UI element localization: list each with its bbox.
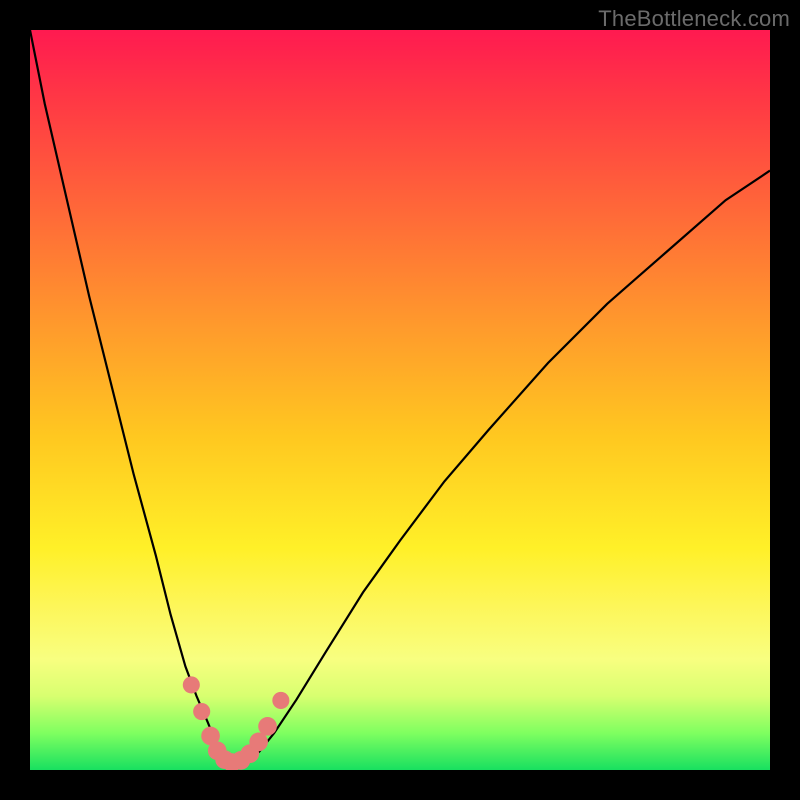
- curve-marker: [258, 717, 277, 736]
- curve-marker: [183, 676, 200, 693]
- watermark: TheBottleneck.com: [598, 6, 790, 32]
- chart-area: [30, 30, 770, 770]
- curve-marker: [272, 692, 289, 709]
- curve-marker: [193, 703, 210, 720]
- bottleneck-chart: [30, 30, 770, 770]
- bottleneck-curve: [30, 30, 770, 763]
- curve-markers: [183, 676, 290, 770]
